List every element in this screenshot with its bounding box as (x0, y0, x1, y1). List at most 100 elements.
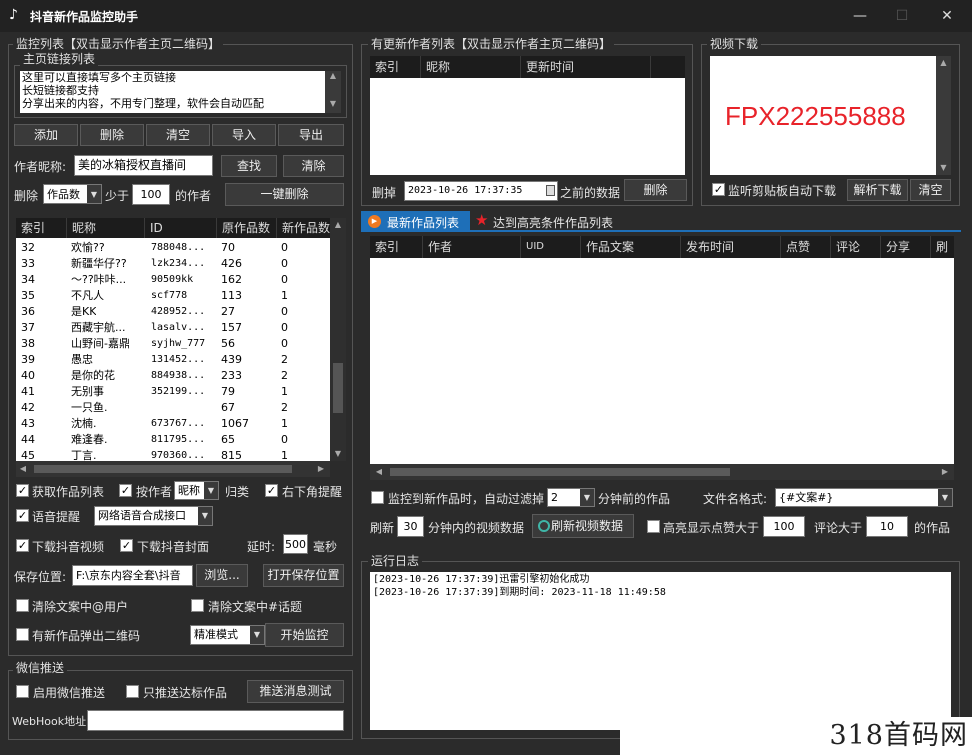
works-hscrollbar[interactable]: ◀ ▶ (370, 464, 954, 480)
refresh-video-data-button[interactable]: 刷新视频数据 (532, 514, 634, 538)
scroll-up-icon[interactable]: ▲ (936, 56, 951, 70)
scroll-right-icon[interactable]: ▶ (938, 467, 952, 476)
clear-topic-checkbox[interactable] (191, 599, 204, 612)
corner-notify-checkbox[interactable]: ✓ (265, 484, 278, 497)
less-than-input[interactable]: 100 (132, 184, 170, 205)
refresh-minutes-input[interactable]: 30 (397, 516, 424, 537)
find-button[interactable]: 查找 (221, 155, 277, 177)
delay-input[interactable]: 500 (283, 534, 308, 554)
col-index[interactable]: 索引 (370, 236, 422, 258)
open-save-location-button[interactable]: 打开保存位置 (263, 564, 344, 587)
calendar-icon[interactable] (546, 185, 555, 196)
table-row[interactable]: 36 是KK 428952... 27 0 (16, 304, 330, 320)
enable-wechat-checkbox[interactable] (16, 685, 29, 698)
by-author-select[interactable]: 昵称 ▼ (174, 481, 219, 500)
mode-select[interactable]: 精准模式 ▼ (190, 625, 265, 645)
popup-qr-checkbox[interactable] (16, 628, 29, 641)
tab-latest-works[interactable]: ▶ 最新作品列表 (361, 211, 470, 232)
col-author[interactable]: 作者 (422, 236, 520, 258)
filename-format-select[interactable]: {#文案#} ▼ (775, 488, 953, 507)
get-works-checkbox[interactable]: ✓ (16, 484, 29, 497)
scroll-right-icon[interactable]: ▶ (314, 464, 328, 473)
col-likes[interactable]: 点赞 (780, 236, 830, 258)
col-id[interactable]: ID (144, 218, 216, 238)
webhook-input[interactable] (87, 710, 344, 731)
col-uid[interactable]: UID (520, 236, 580, 258)
table-row[interactable]: 45 丁言. 970360... 815 1 (16, 448, 330, 461)
table-row[interactable]: 39 愚忠 131452... 439 2 (16, 352, 330, 368)
col-shares[interactable]: 分享 (880, 236, 930, 258)
table-row[interactable]: 42 一只鱼. 67 2 (16, 400, 330, 416)
delete-by-select[interactable]: 作品数 ▼ (43, 184, 102, 204)
col-nickname[interactable]: 昵称 (420, 56, 520, 78)
col-publish-time[interactable]: 发布时间 (680, 236, 780, 258)
table-row[interactable]: 37 西藏宇航... lasalv... 157 0 (16, 320, 330, 336)
delete-before-datetime[interactable]: 2023-10-26 17:37:35 (404, 181, 558, 201)
col-update-time[interactable]: 更新时间 (520, 56, 650, 78)
scroll-down-icon[interactable]: ▼ (330, 447, 346, 461)
browse-button[interactable]: 浏览... (196, 564, 248, 587)
download-cover-checkbox[interactable]: ✓ (120, 539, 133, 552)
voice-notify-checkbox[interactable]: ✓ (16, 509, 29, 522)
delete-button[interactable]: 删除 (80, 124, 144, 146)
filter-minutes-select[interactable]: 2 ▼ (547, 488, 595, 507)
col-index[interactable]: 索引 (16, 218, 66, 238)
export-button[interactable]: 导出 (278, 124, 344, 146)
parse-download-button[interactable]: 解析下载 (847, 179, 908, 201)
updated-authors-table[interactable]: 索引 昵称 更新时间 (370, 56, 685, 175)
hscroll-thumb[interactable] (34, 465, 292, 473)
scroll-down-icon[interactable]: ▼ (325, 99, 341, 111)
monitor-vscrollbar[interactable]: ▲ ▼ (330, 218, 346, 461)
scroll-left-icon[interactable]: ◀ (372, 467, 386, 476)
hscroll-thumb[interactable] (390, 468, 730, 476)
table-row[interactable]: 38 山野间-嘉鼎 syjhw_777 56 0 (16, 336, 330, 352)
scroll-left-icon[interactable]: ◀ (16, 464, 30, 473)
start-monitor-button[interactable]: 开始监控 (265, 623, 344, 647)
save-path-input[interactable]: F:\京东内容全套\抖音 (72, 565, 193, 586)
close-button[interactable]: ✕ (936, 5, 958, 27)
clear-url-button[interactable]: 清空 (910, 179, 951, 201)
comments-threshold-input[interactable]: 10 (866, 516, 908, 537)
links-scrollbar[interactable]: ▲ ▼ (325, 71, 341, 113)
monitor-table[interactable]: 索引 昵称 ID 原作品数 新作品数 32 欢愉?? 788048... 70 0 33 新… (16, 218, 330, 461)
col-comments[interactable]: 评论 (830, 236, 880, 258)
clear-find-button[interactable]: 清除 (283, 155, 344, 177)
col-index[interactable]: 索引 (370, 56, 420, 78)
clear-at-checkbox[interactable] (16, 599, 29, 612)
download-video-checkbox[interactable]: ✓ (16, 539, 29, 552)
table-row[interactable]: 43 沈楠. 673767... 1067 1 (16, 416, 330, 432)
by-author-checkbox[interactable]: ✓ (119, 484, 132, 497)
one-click-delete-button[interactable]: 一键删除 (225, 183, 344, 206)
nickname-input[interactable]: 美的冰箱授权直播间 (74, 155, 213, 176)
add-button[interactable]: 添加 (14, 124, 78, 146)
run-log-textarea[interactable]: [2023-10-26 17:37:39]迅雷引擎初始化成功 [2023-10-… (370, 572, 951, 730)
col-refresh[interactable]: 刷 (930, 236, 954, 258)
col-orig-count[interactable]: 原作品数 (216, 218, 276, 238)
video-url-textarea[interactable]: FPX222555888 (710, 56, 936, 175)
scroll-up-icon[interactable]: ▲ (330, 218, 346, 232)
monitor-hscrollbar[interactable]: ◀ ▶ (16, 461, 330, 477)
highlight-checkbox[interactable] (647, 520, 660, 533)
auto-filter-checkbox[interactable] (371, 491, 384, 504)
voice-engine-select[interactable]: 网络语音合成接口 ▼ (94, 506, 213, 526)
listen-clipboard-checkbox[interactable]: ✓ (712, 183, 725, 196)
table-row[interactable]: 34 ～??咔咔... 90509kk 162 0 (16, 272, 330, 288)
clear-button[interactable]: 清空 (146, 124, 210, 146)
tab-highlighted-works[interactable]: ★ 达到高亮条件作品列表 (473, 211, 623, 232)
table-row[interactable]: 41 无别事 352199... 79 1 (16, 384, 330, 400)
scroll-down-icon[interactable]: ▼ (936, 161, 951, 175)
table-row[interactable]: 44 难逢春. 811795... 65 0 (16, 432, 330, 448)
works-table[interactable]: 索引 作者 UID 作品文案 发布时间 点赞 评论 分享 刷 (370, 236, 954, 464)
import-button[interactable]: 导入 (212, 124, 276, 146)
test-push-button[interactable]: 推送消息测试 (247, 680, 344, 703)
col-new-count[interactable]: 新作品数 (276, 218, 330, 238)
video-url-scrollbar[interactable]: ▲ ▼ (936, 56, 951, 175)
links-textarea[interactable]: 这里可以直接填写多个主页链接 长短链接都支持 分享出来的内容，不用专门整理，软件… (20, 71, 325, 113)
scroll-up-icon[interactable]: ▲ (325, 71, 341, 83)
likes-threshold-input[interactable]: 100 (763, 516, 805, 537)
col-nickname[interactable]: 昵称 (66, 218, 144, 238)
scroll-thumb[interactable] (333, 363, 343, 413)
only-target-checkbox[interactable] (126, 685, 139, 698)
col-caption[interactable]: 作品文案 (580, 236, 680, 258)
table-row[interactable]: 33 新疆华仔?? lzk234... 426 0 (16, 256, 330, 272)
